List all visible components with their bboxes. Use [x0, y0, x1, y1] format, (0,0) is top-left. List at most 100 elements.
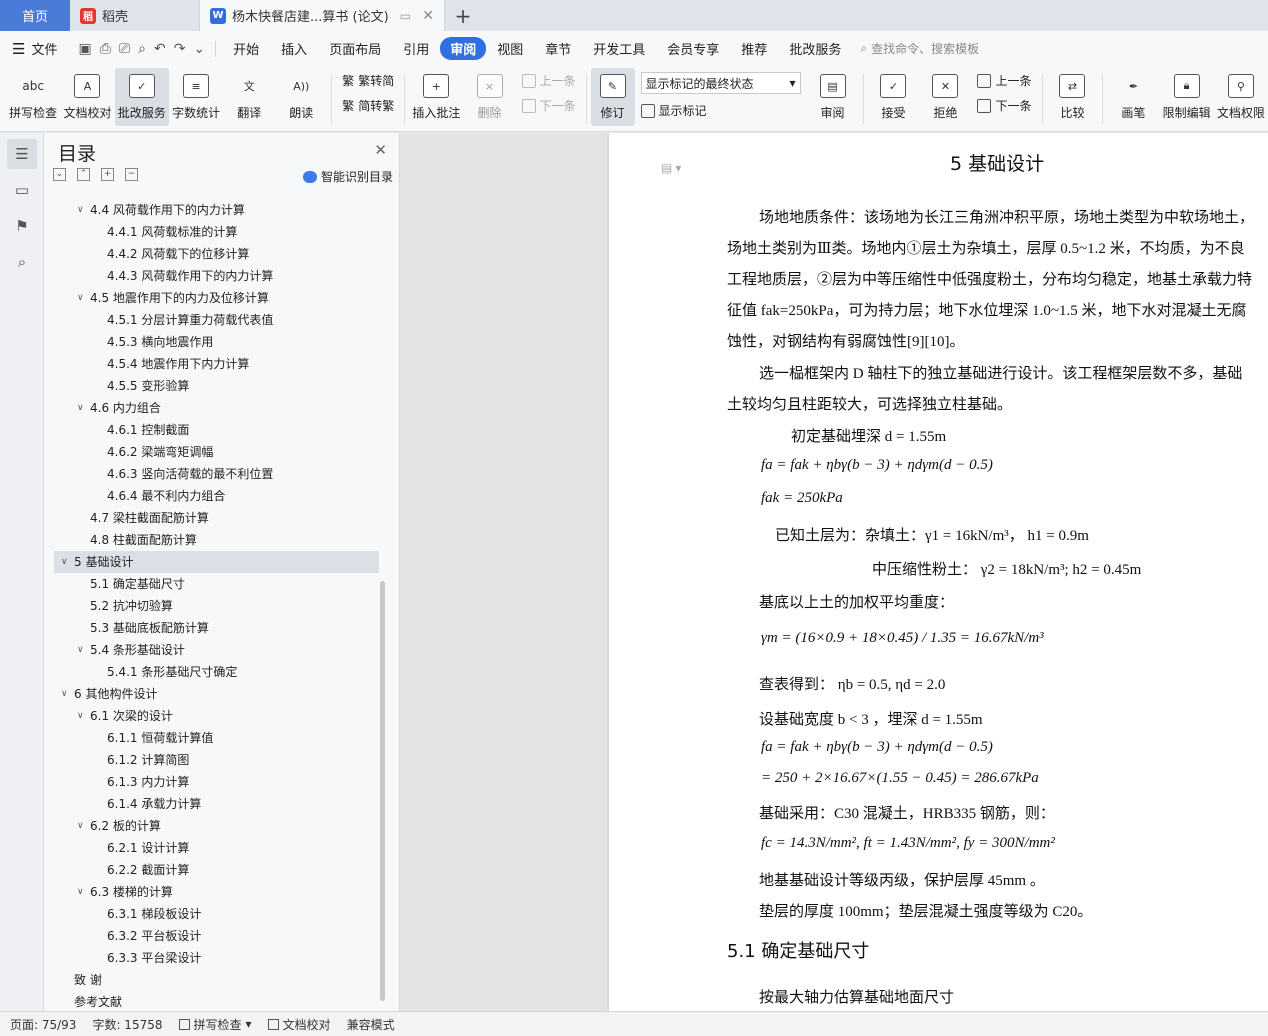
toc-item[interactable]: ∨ 4.5 地震作用下的内力及位移计算 [54, 287, 379, 309]
toc-item[interactable]: 6.1.2 计算简图 [54, 749, 379, 771]
hamburger-icon[interactable]: ☰ [12, 40, 25, 58]
trad-to-simp-button[interactable]: 繁繁转简 [342, 72, 394, 89]
chevron-down-icon[interactable]: ∨ [77, 639, 84, 661]
menu-view[interactable]: 视图 [486, 39, 534, 58]
close-icon[interactable]: ✕ [374, 141, 387, 159]
menu-dev-tools[interactable]: 开发工具 [582, 39, 656, 58]
new-tab-button[interactable]: + [445, 0, 481, 31]
insert-comment-button[interactable]: + 插入批注 [409, 68, 463, 126]
save-icon[interactable]: ▣ [78, 41, 91, 57]
export-pdf-icon[interactable]: ⎙ [100, 41, 111, 57]
toc-item[interactable]: 致 谢 [54, 969, 379, 991]
translate-button[interactable]: 文 翻译 [223, 68, 275, 126]
toc-pane-icon[interactable]: ☰ [7, 139, 37, 169]
tab-daoke[interactable]: 稻 稻壳 [70, 0, 200, 31]
toc-item[interactable]: 4.5.3 横向地震作用 [54, 331, 379, 353]
toc-item[interactable]: ∨ 6 其他构件设计 [54, 683, 379, 705]
toc-item[interactable]: 6.2.2 截面计算 [54, 859, 379, 881]
chevron-down-icon[interactable]: ∨ [77, 815, 84, 837]
toc-item[interactable]: 4.5.1 分层计算重力荷载代表值 [54, 309, 379, 331]
toc-item[interactable]: 6.1.4 承载力计算 [54, 793, 379, 815]
toc-item[interactable]: 4.6.4 最不利内力组合 [54, 485, 379, 507]
document-page[interactable]: ▤ ▾ 5 基础设计 场地地质条件：该场地为长江三角洲冲积平原，场地土类型为中软… [609, 133, 1268, 1011]
page-marker-icon[interactable]: ▤ ▾ [661, 161, 681, 176]
toc-scrollbar[interactable] [380, 581, 385, 1001]
doc-permission-button[interactable]: ⚲ 文档权限 [1214, 68, 1268, 126]
menu-chapter[interactable]: 章节 [534, 39, 582, 58]
toc-item[interactable]: ∨ 4.6 内力组合 [54, 397, 379, 419]
chevron-down-icon[interactable]: ∨ [77, 705, 84, 727]
toc-item[interactable]: 5.2 抗冲切验算 [54, 595, 379, 617]
toc-item[interactable]: 4.7 梁柱截面配筋计算 [54, 507, 379, 529]
chevron-down-icon[interactable]: ∨ [77, 287, 84, 309]
accept-button[interactable]: ✓ 接受 [867, 68, 919, 126]
track-changes-button[interactable]: ✎ 修订 [590, 68, 635, 126]
redo-icon[interactable]: ↷ [174, 41, 186, 57]
menu-start[interactable]: 开始 [222, 39, 270, 58]
close-tab-icon[interactable]: ✕ [422, 8, 434, 24]
bookmark-icon[interactable]: ⚑ [7, 211, 37, 241]
toc-item[interactable]: 4.5.5 变形验算 [54, 375, 379, 397]
word-count[interactable]: 字数: 15758 [92, 1016, 162, 1033]
chevron-down-icon[interactable]: ∨ [61, 683, 68, 705]
toc-item[interactable]: 6.1.1 恒荷载计算值 [54, 727, 379, 749]
undo-icon[interactable]: ↶ [154, 41, 166, 57]
menu-insert[interactable]: 插入 [270, 39, 318, 58]
collapse-all-icon[interactable]: ⌄ [53, 168, 66, 181]
next-change-button[interactable]: 下一条 [977, 97, 1032, 114]
toc-item[interactable]: 6.3.3 平台梁设计 [54, 947, 379, 969]
prev-comment-button[interactable]: 上一条 [521, 72, 576, 89]
chapter-nav-icon[interactable]: ▭ [7, 175, 37, 205]
pen-button[interactable]: ✒ 画笔 [1107, 68, 1159, 126]
toc-item[interactable]: 5.1 确定基础尺寸 [54, 573, 379, 595]
remove-heading-icon[interactable]: − [125, 168, 138, 181]
menu-correct-service[interactable]: 批改服务 [778, 39, 852, 58]
tab-home[interactable]: 首页 [0, 0, 70, 31]
expand-icon[interactable]: ⌃ [77, 168, 90, 181]
read-aloud-button[interactable]: A)) 朗读 [275, 68, 327, 126]
more-icon[interactable]: ⌄ [193, 41, 205, 57]
menu-file[interactable]: 文件 [29, 39, 68, 58]
toc-item[interactable]: 6.3.1 梯段板设计 [54, 903, 379, 925]
toc-item[interactable]: 4.6.3 竖向活荷载的最不利位置 [54, 463, 379, 485]
toc-item[interactable]: 5.3 基础底板配筋计算 [54, 617, 379, 639]
review-pane-button[interactable]: ▤ 审阅 [807, 68, 859, 126]
prev-change-button[interactable]: 上一条 [977, 72, 1032, 89]
toc-item[interactable]: 4.6.1 控制截面 [54, 419, 379, 441]
chevron-down-icon[interactable]: ∨ [77, 199, 84, 221]
toc-item[interactable]: 4.8 柱截面配筋计算 [54, 529, 379, 551]
restrict-edit-button[interactable]: 🔒︎ 限制编辑 [1159, 68, 1213, 126]
status-spell-check[interactable]: 拼写检查 ▾ [178, 1016, 252, 1033]
toc-item[interactable]: ∨ 4.4 风荷载作用下的内力计算 [54, 199, 379, 221]
chevron-down-icon[interactable]: ∨ [77, 881, 84, 903]
toc-item[interactable]: 4.6.2 梁端弯矩调幅 [54, 441, 379, 463]
menu-layout[interactable]: 页面布局 [318, 39, 392, 58]
monitor-icon[interactable]: ▭ [400, 9, 411, 23]
menu-review[interactable]: 审阅 [440, 37, 487, 60]
toc-item[interactable]: ∨ 5.4 条形基础设计 [54, 639, 379, 661]
add-heading-icon[interactable]: + [101, 168, 114, 181]
chevron-down-icon[interactable]: ∨ [77, 397, 84, 419]
toc-item[interactable]: ∨ 6.3 楼梯的计算 [54, 881, 379, 903]
chevron-down-icon[interactable]: ∨ [61, 551, 68, 573]
toc-item[interactable]: 4.5.4 地震作用下内力计算 [54, 353, 379, 375]
search-icon[interactable]: ⌕ [7, 247, 37, 277]
word-count-button[interactable]: ≡ 字数统计 [169, 68, 223, 126]
smart-toc-button[interactable]: 智能识别目录 [302, 168, 393, 185]
reject-button[interactable]: ✕ 拒绝 [919, 68, 971, 126]
toc-item[interactable]: ∨ 6.2 板的计算 [54, 815, 379, 837]
toc-item[interactable]: 4.4.1 风荷载标准的计算 [54, 221, 379, 243]
print-icon[interactable]: ⎚ [119, 41, 130, 57]
toc-item[interactable]: 5.4.1 条形基础尺寸确定 [54, 661, 379, 683]
doc-check-button[interactable]: A 文档校对 [60, 68, 114, 126]
compare-button[interactable]: ⇄ 比较 [1046, 68, 1098, 126]
toc-item[interactable]: ∨ 5 基础设计 [54, 551, 379, 573]
menu-reference[interactable]: 引用 [392, 39, 440, 58]
menu-recommend[interactable]: 推荐 [730, 39, 778, 58]
print-preview-icon[interactable]: ⌕ [138, 41, 146, 57]
toc-item[interactable]: 6.1.3 内力计算 [54, 771, 379, 793]
command-search[interactable]: ⌕ 查找命令、搜索模板 [860, 40, 979, 57]
toc-item[interactable]: 6.3.2 平台板设计 [54, 925, 379, 947]
simp-to-trad-button[interactable]: 繁简转繁 [342, 97, 394, 114]
toc-item[interactable]: ∨ 6.1 次梁的设计 [54, 705, 379, 727]
